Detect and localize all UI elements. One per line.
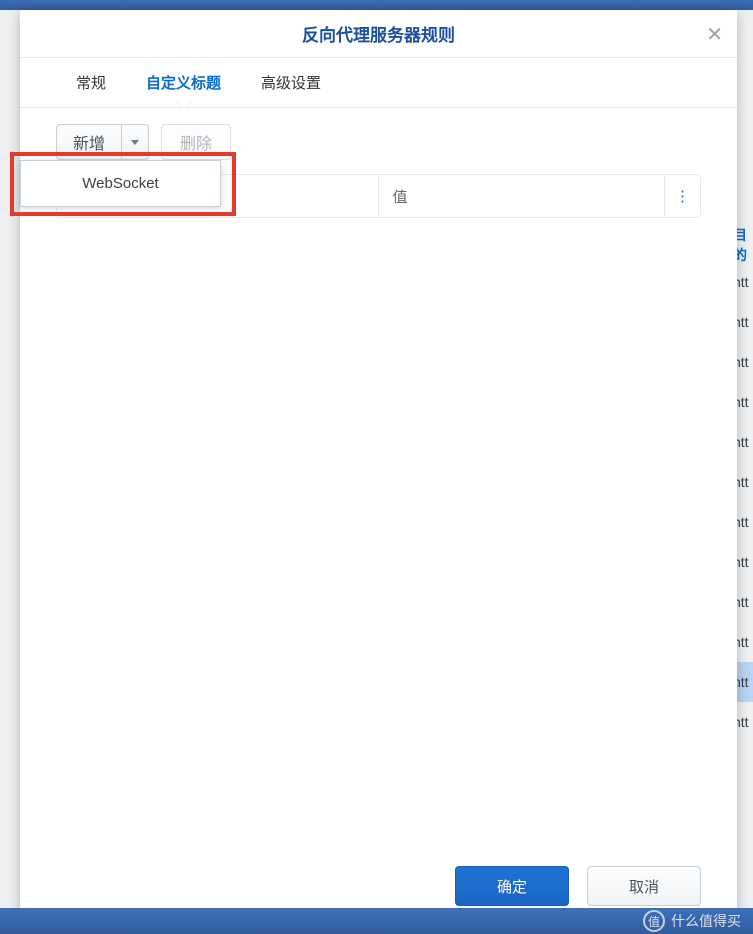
ok-button[interactable]: 确定 <box>455 866 569 906</box>
close-icon[interactable]: ✕ <box>706 22 723 47</box>
button-label: 取消 <box>629 879 659 896</box>
watermark: 值 什么值得买 <box>643 910 741 932</box>
watermark-text: 什么值得买 <box>671 911 741 931</box>
dialog-title: 反向代理服务器规则 <box>302 21 455 46</box>
app-header-band <box>0 0 753 10</box>
dialog-body: 新增 删除 WebSocket 值 ⋮ <box>20 108 737 848</box>
toolbar: 新增 删除 WebSocket <box>56 124 701 160</box>
dialog-header: 反向代理服务器规则 ✕ <box>20 10 737 58</box>
tab-label: 自定义标题 <box>146 72 221 93</box>
tab-general[interactable]: 常规 <box>56 58 126 108</box>
button-label: 删除 <box>180 130 212 154</box>
app-footer-band <box>0 908 753 934</box>
add-dropdown-menu: WebSocket <box>20 160 221 207</box>
tab-label: 常规 <box>76 72 106 93</box>
add-dropdown-trigger[interactable] <box>122 125 148 159</box>
button-label: 确定 <box>497 879 527 896</box>
column-value[interactable]: 值 <box>379 175 665 217</box>
column-menu-icon[interactable]: ⋮ <box>664 175 700 217</box>
dropdown-item-websocket[interactable]: WebSocket <box>21 161 220 206</box>
reverse-proxy-rule-dialog: 反向代理服务器规则 ✕ 常规 自定义标题 高级设置 新增 删除 WebSocke… <box>20 10 737 928</box>
chevron-down-icon <box>131 140 139 145</box>
tab-custom-headers[interactable]: 自定义标题 <box>126 58 241 108</box>
watermark-badge-icon: 值 <box>643 910 665 932</box>
dialog-tabs: 常规 自定义标题 高级设置 <box>20 58 737 108</box>
add-split-button: 新增 <box>56 124 149 160</box>
tab-label: 高级设置 <box>261 72 321 93</box>
tab-advanced[interactable]: 高级设置 <box>241 58 341 108</box>
cancel-button[interactable]: 取消 <box>587 866 701 906</box>
button-label: 新增 <box>73 130 105 154</box>
add-button[interactable]: 新增 <box>57 125 122 159</box>
delete-button[interactable]: 删除 <box>161 124 231 160</box>
dropdown-item-label: WebSocket <box>82 175 158 192</box>
